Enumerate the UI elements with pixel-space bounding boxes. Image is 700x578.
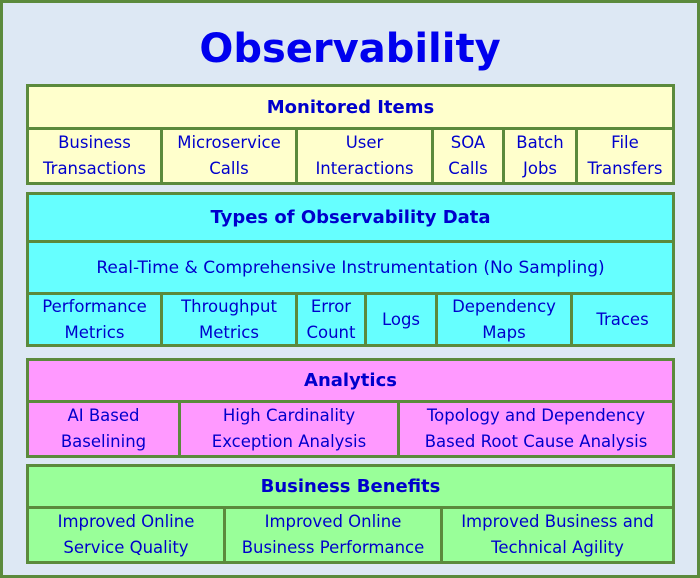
diagram-title: Observability xyxy=(199,26,501,72)
data-types-subheader: Real-Time & Comprehensive Instrumentatio… xyxy=(29,243,672,295)
data-type-item: Throughput Metrics xyxy=(163,295,298,344)
monitored-item: SOA Calls xyxy=(434,130,505,182)
business-benefits-header: Business Benefits xyxy=(29,467,672,509)
analytics-item: Topology and Dependency Based Root Cause … xyxy=(424,406,648,451)
business-benefits-section: Business Benefits Improved Online Service… xyxy=(26,464,675,564)
analytics-item: High Cardinality Exception Analysis xyxy=(181,403,400,455)
analytics-header: Analytics xyxy=(29,361,672,403)
benefit-item: Improved Online Service Quality xyxy=(29,509,226,561)
data-type-item: Performance Metrics xyxy=(29,295,163,344)
monitored-item: Batch Jobs xyxy=(505,130,578,182)
data-type-item: Traces xyxy=(596,309,649,329)
monitored-items-section: Monitored Items Business Transactions Mic… xyxy=(26,84,675,185)
benefit-item: Improved Business and Technical Agility xyxy=(461,512,654,557)
analytics-item: AI Based Baselining xyxy=(29,403,181,455)
diagram-frame: Observability Monitored Items Business Tr… xyxy=(0,0,700,578)
monitored-item: File Transfers xyxy=(587,133,663,178)
data-types-header: Types of Observability Data xyxy=(29,195,672,243)
analytics-section: Analytics AI Based Baselining High Cardin… xyxy=(26,358,675,458)
monitored-item: Business Transactions xyxy=(29,130,163,182)
monitored-items-header: Monitored Items xyxy=(29,87,672,130)
data-types-section: Types of Observability Data Real-Time & … xyxy=(26,192,675,347)
monitored-item: Microservice Calls xyxy=(163,130,298,182)
monitored-item: User Interactions xyxy=(298,130,434,182)
benefit-item: Improved Online Business Performance xyxy=(226,509,443,561)
data-type-item: Dependency Maps xyxy=(438,295,573,344)
data-type-item: Error Count xyxy=(298,295,367,344)
data-type-item: Logs xyxy=(367,295,438,344)
